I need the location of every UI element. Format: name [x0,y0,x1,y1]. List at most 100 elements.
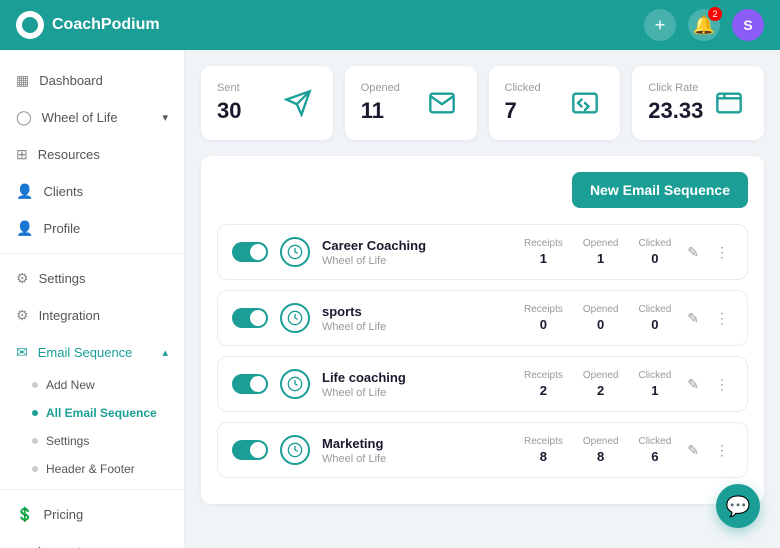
stat-label-sent: Sent [217,82,241,94]
sidebar: ▦ Dashboard ◯ Wheel of Life ▾ ⊞ Resource… [0,50,185,548]
resources-icon: ⊞ [16,146,28,163]
subitem-dot-settings [32,438,38,444]
seq-clicked-marketing: Clicked 6 [638,436,671,464]
notification-button[interactable]: 🔔 2 [688,9,720,41]
sequence-row-marketing: Marketing Wheel of Life Receipts 8 Opene… [217,422,748,478]
sidebar-label-all-email: All Email Sequence [46,406,157,420]
stat-info-clicked: Clicked 7 [505,82,541,124]
sidebar-label-sub-settings: Settings [46,434,89,448]
sidebar-item-wheel-of-life[interactable]: ◯ Wheel of Life ▾ [0,99,184,136]
sidebar-item-logout[interactable]: ↪ Log out [0,533,184,548]
fab-button[interactable]: 💬 [716,484,760,528]
sequence-sub-sports: Wheel of Life [322,321,512,333]
seq-clicked-life-coaching: Clicked 1 [638,370,671,398]
sequence-toggle-sports[interactable] [232,308,268,328]
sidebar-label-header-footer: Header & Footer [46,462,135,476]
seq-opened-sports: Opened 0 [583,304,619,332]
sidebar-item-dashboard[interactable]: ▦ Dashboard [0,62,184,99]
sidebar-label-dashboard: Dashboard [39,73,103,88]
sidebar-subitem-add-new[interactable]: Add New [0,371,184,399]
sequence-row-life-coaching: Life coaching Wheel of Life Receipts 2 O… [217,356,748,412]
sequence-toggle-career-coaching[interactable] [232,242,268,262]
sequence-edit-career-coaching[interactable]: ✎ [683,240,703,265]
sidebar-item-profile[interactable]: 👤 Profile [0,210,184,247]
avatar-button[interactable]: S [732,9,764,41]
sidebar-subitem-settings[interactable]: Settings [0,427,184,455]
seq-opened-marketing: Opened 8 [583,436,619,464]
sequence-toggle-life-coaching[interactable] [232,374,268,394]
stat-card-opened: Opened 11 [345,66,477,140]
sidebar-item-resources[interactable]: ⊞ Resources [0,136,184,173]
sidebar-item-pricing[interactable]: 💲 Pricing [0,496,184,533]
clients-icon: 👤 [16,183,33,200]
sidebar-subitem-all-email-sequence[interactable]: All Email Sequence [0,399,184,427]
sequence-more-sports[interactable]: ⋮ [711,306,733,331]
seq-opened-life-coaching: Opened 2 [583,370,619,398]
notification-badge: 2 [708,7,722,21]
sequence-stats-marketing: Receipts 8 Opened 8 Clicked 6 [524,436,671,464]
sequences-list: Career Coaching Wheel of Life Receipts 1… [217,224,748,478]
stat-label-clicked: Clicked [505,82,541,94]
stat-info-sent: Sent 30 [217,82,241,124]
sequence-actions-career-coaching: ✎ ⋮ [683,240,733,265]
logout-icon: ↪ [16,543,28,548]
header: CoachPodium + 🔔 2 S [0,0,780,50]
stat-info-click-rate: Click Rate 23.33 [648,82,703,124]
logo-icon [16,11,44,39]
sequence-name-sports: sports [322,304,512,319]
integration-icon: ⚙ [16,307,29,324]
sequence-more-career-coaching[interactable]: ⋮ [711,240,733,265]
sequence-row-career-coaching: Career Coaching Wheel of Life Receipts 1… [217,224,748,280]
stat-value-click-rate: 23.33 [648,98,703,124]
sidebar-label-pricing: Pricing [43,507,83,522]
logo-text: CoachPodium [52,16,160,34]
sequence-actions-sports: ✎ ⋮ [683,306,733,331]
sidebar-label-email-sequence: Email Sequence [38,345,133,360]
sequence-clock-life-coaching [280,369,310,399]
sequence-edit-life-coaching[interactable]: ✎ [683,372,703,397]
sequence-more-marketing[interactable]: ⋮ [711,438,733,463]
seq-opened-career-coaching: Opened 1 [583,238,619,266]
sidebar-item-integration[interactable]: ⚙ Integration [0,297,184,334]
stat-value-clicked: 7 [505,98,541,124]
new-email-sequence-button[interactable]: New Email Sequence [572,172,748,208]
sequence-sub-career-coaching: Wheel of Life [322,255,512,267]
sequence-edit-sports[interactable]: ✎ [683,306,703,331]
add-button[interactable]: + [644,9,676,41]
sequence-actions-life-coaching: ✎ ⋮ [683,372,733,397]
seq-receipts-career-coaching: Receipts 1 [524,238,563,266]
settings-icon: ⚙ [16,270,29,287]
stat-card-sent: Sent 30 [201,66,333,140]
sequence-toggle-marketing[interactable] [232,440,268,460]
sequence-actions-marketing: ✎ ⋮ [683,438,733,463]
seq-clicked-sports: Clicked 0 [638,304,671,332]
wheel-icon: ◯ [16,109,32,126]
stat-card-clicked: Clicked 7 [489,66,621,140]
sidebar-item-settings[interactable]: ⚙ Settings [0,260,184,297]
stat-label-opened: Opened [361,82,400,94]
sequence-more-life-coaching[interactable]: ⋮ [711,372,733,397]
stat-info-opened: Opened 11 [361,82,400,124]
sequence-name-life-coaching: Life coaching [322,370,512,385]
seq-receipts-marketing: Receipts 8 [524,436,563,464]
sequence-info-career-coaching: Career Coaching Wheel of Life [322,238,512,267]
seq-receipts-life-coaching: Receipts 2 [524,370,563,398]
sidebar-item-clients[interactable]: 👤 Clients [0,173,184,210]
chevron-up-icon: ▴ [162,346,168,359]
sequence-stats-career-coaching: Receipts 1 Opened 1 Clicked 0 [524,238,671,266]
dashboard-icon: ▦ [16,72,29,89]
seq-receipts-sports: Receipts 0 [524,304,563,332]
sidebar-subitem-header-footer[interactable]: Header & Footer [0,455,184,483]
clicked-icon [566,84,604,122]
logo: CoachPodium [16,11,160,39]
email-icon: ✉ [16,344,28,361]
sequence-info-life-coaching: Life coaching Wheel of Life [322,370,512,399]
sequence-sub-marketing: Wheel of Life [322,453,512,465]
sidebar-label-profile: Profile [43,221,80,236]
sequence-info-marketing: Marketing Wheel of Life [322,436,512,465]
sequence-clock-sports [280,303,310,333]
sequence-edit-marketing[interactable]: ✎ [683,438,703,463]
sequence-stats-sports: Receipts 0 Opened 0 Clicked 0 [524,304,671,332]
sidebar-item-email-sequence[interactable]: ✉ Email Sequence ▴ [0,334,184,371]
profile-icon: 👤 [16,220,33,237]
